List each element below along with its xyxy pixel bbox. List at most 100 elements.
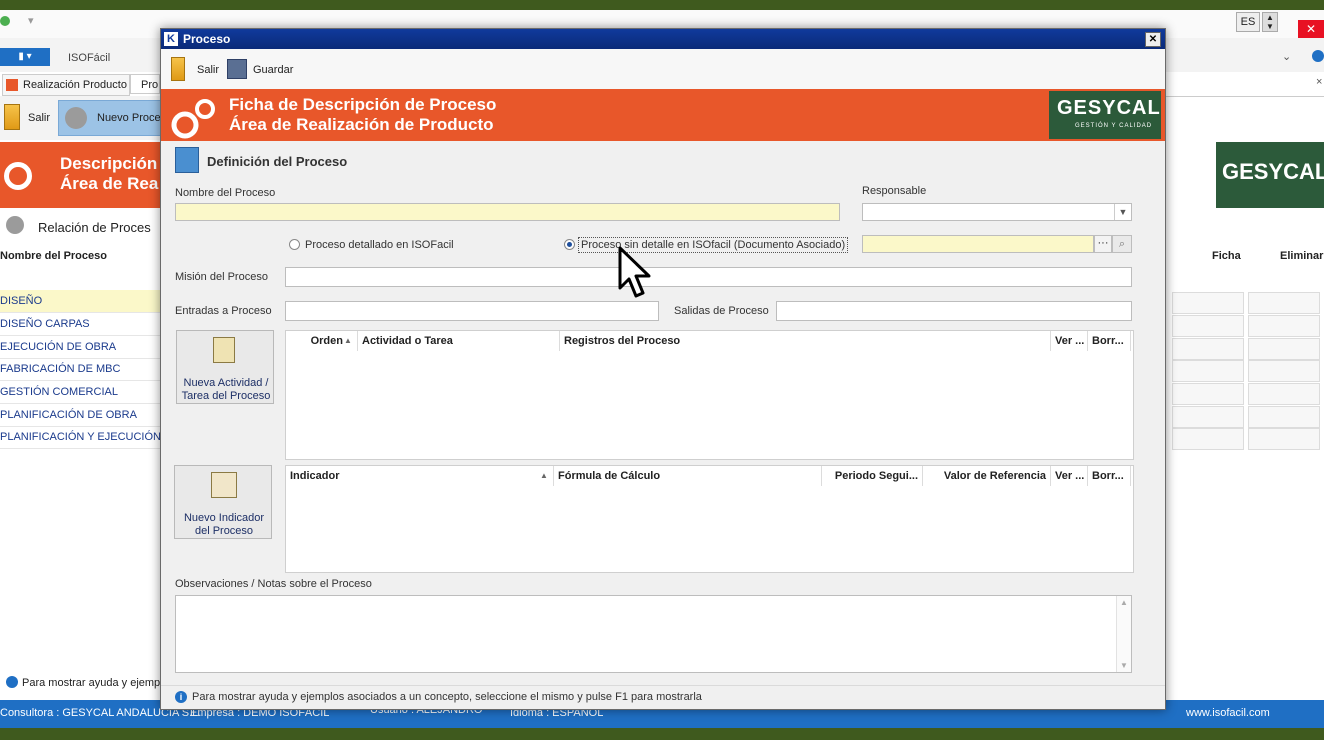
radio-empty-icon bbox=[289, 239, 300, 250]
col-valor-referencia-header[interactable]: Valor de Referencia bbox=[923, 466, 1051, 486]
language-badge[interactable]: ES bbox=[1236, 12, 1260, 32]
help-icon[interactable] bbox=[1312, 50, 1324, 62]
entradas-input[interactable] bbox=[285, 301, 659, 321]
bg-banner-line1: Descripción bbox=[60, 154, 158, 173]
sort-asc-icon: ▲ bbox=[540, 471, 548, 480]
dialog-help-text: Para mostrar ayuda y ejemplos asociados … bbox=[192, 691, 702, 703]
sort-asc-icon: ▲ bbox=[344, 336, 352, 345]
gesycal-logo: GESYCAL GESTIÓN Y CALIDAD bbox=[1049, 91, 1161, 139]
scroll-up-icon[interactable]: ▲ bbox=[1120, 598, 1128, 607]
ficha-view-icon[interactable] bbox=[1172, 338, 1244, 360]
chevron-down-icon[interactable]: ▼ bbox=[1114, 204, 1131, 220]
salidas-input[interactable] bbox=[776, 301, 1132, 321]
col-formula-header[interactable]: Fórmula de Cálculo bbox=[554, 466, 822, 486]
tab-realizacion-producto[interactable]: Realización Producto bbox=[2, 74, 130, 96]
col-indicador-header[interactable]: Indicador bbox=[286, 466, 554, 486]
actividades-grid[interactable]: Orden ▲ Actividad o Tarea Registros del … bbox=[285, 330, 1134, 460]
col-registros-header[interactable]: Registros del Proceso bbox=[560, 331, 1051, 351]
vertical-scrollbar[interactable]: ▲ ▼ bbox=[1116, 596, 1131, 672]
exit-door-icon bbox=[4, 104, 20, 130]
mision-label: Misión del Proceso bbox=[175, 271, 268, 283]
col-ficha-header[interactable]: Ficha bbox=[1212, 250, 1241, 262]
close-tab-icon[interactable]: × bbox=[1316, 76, 1322, 88]
col-ver-header[interactable]: Ver ... bbox=[1051, 331, 1088, 351]
delete-icon[interactable] bbox=[1248, 360, 1320, 382]
observaciones-textarea[interactable]: ▲ ▼ bbox=[175, 595, 1132, 673]
mision-input[interactable] bbox=[285, 267, 1132, 287]
button-label: Nuevo Indicador del Proceso bbox=[183, 512, 265, 537]
tab-label: Realización Producto bbox=[23, 79, 127, 91]
info-icon bbox=[6, 676, 18, 688]
bg-section-title: Relación de Proces bbox=[38, 220, 151, 235]
indicadores-grid[interactable]: Indicador ▲ Fórmula de Cálculo Periodo S… bbox=[285, 465, 1134, 573]
responsable-select[interactable]: ▼ bbox=[862, 203, 1132, 221]
bg-salir-button[interactable]: Salir bbox=[28, 112, 50, 124]
tab-proceso[interactable]: Pro bbox=[130, 74, 160, 94]
col-borrar-header[interactable]: Borr... bbox=[1088, 331, 1131, 351]
scroll-down-icon[interactable]: ▼ bbox=[1120, 661, 1128, 670]
list-item[interactable]: DISEÑO bbox=[0, 290, 160, 313]
delete-icon[interactable] bbox=[1248, 338, 1320, 360]
ficha-view-icon[interactable] bbox=[1172, 383, 1244, 405]
list-item[interactable]: PLANIFICACIÓN Y EJECUCIÓN DE bbox=[0, 426, 160, 449]
salidas-label: Salidas de Proceso bbox=[674, 305, 769, 317]
file-menu-button[interactable]: ▮ ▾ bbox=[0, 48, 50, 66]
exit-door-icon bbox=[171, 57, 185, 81]
mouse-pointer-icon bbox=[618, 246, 651, 298]
col-nombre-header[interactable]: Nombre del Proceso bbox=[0, 250, 107, 262]
proceso-dialog: K Proceso ✕ Salir Guardar Ficha de Descr… bbox=[160, 28, 1166, 710]
delete-icon[interactable] bbox=[1248, 406, 1320, 428]
delete-icon[interactable] bbox=[1248, 292, 1320, 314]
section-title: Definición del Proceso bbox=[207, 154, 348, 169]
col-eliminar-header[interactable]: Eliminar bbox=[1280, 250, 1323, 262]
chart-pencil-icon bbox=[211, 472, 237, 498]
close-app-button[interactable]: ✕ bbox=[1298, 20, 1324, 38]
ficha-view-icon[interactable] bbox=[1172, 292, 1244, 314]
quick-access-icon[interactable]: ▾ bbox=[28, 14, 34, 27]
bg-banner-title: Descripción Área de Rea bbox=[60, 154, 158, 194]
col-actividad-header[interactable]: Actividad o Tarea bbox=[358, 331, 560, 351]
nueva-actividad-button[interactable]: Nueva Actividad / Tarea del Proceso bbox=[176, 330, 274, 404]
nombre-input[interactable] bbox=[175, 203, 840, 221]
clipboard-add-icon bbox=[213, 337, 235, 363]
language-spinner[interactable]: ▲ ▼ bbox=[1262, 12, 1278, 32]
list-item[interactable]: PLANIFICACIÓN DE OBRA bbox=[0, 404, 160, 427]
ficha-view-icon[interactable] bbox=[1172, 428, 1244, 450]
gear-icon bbox=[6, 216, 24, 234]
search-icon[interactable]: ⌕ bbox=[1112, 235, 1132, 253]
chevron-down-icon[interactable]: ⌄ bbox=[1282, 50, 1291, 63]
list-item[interactable]: FABRICACIÓN DE MBC bbox=[0, 358, 160, 381]
dialog-titlebar: K Proceso ✕ bbox=[161, 29, 1165, 49]
browse-button[interactable]: ··· bbox=[1094, 235, 1112, 253]
nombre-label: Nombre del Proceso bbox=[175, 187, 276, 199]
bg-banner: Descripción Área de Rea bbox=[0, 142, 160, 208]
list-item[interactable]: EJECUCIÓN DE OBRA bbox=[0, 336, 160, 359]
dialog-title: Proceso bbox=[183, 32, 231, 46]
col-periodo-header[interactable]: Periodo Segui... bbox=[822, 466, 923, 486]
notepad-icon bbox=[175, 147, 199, 173]
col-borrar-header[interactable]: Borr... bbox=[1088, 466, 1131, 486]
guardar-button[interactable]: Guardar bbox=[225, 55, 305, 83]
radio-proceso-sin-detalle[interactable]: Proceso sin detalle en ISOfacil (Documen… bbox=[564, 237, 849, 253]
delete-icon[interactable] bbox=[1248, 428, 1320, 450]
ficha-view-icon[interactable] bbox=[1172, 315, 1244, 337]
app-tab-label[interactable]: ISOFácil bbox=[68, 52, 110, 64]
logo-subtext: GESTIÓN Y CALIDAD bbox=[1075, 123, 1153, 129]
radio-proceso-detallado[interactable]: Proceso detallado en ISOFacil bbox=[289, 237, 489, 253]
bg-nuevo-proceso-button[interactable]: Nuevo Proce bbox=[58, 100, 162, 136]
nuevo-indicador-button[interactable]: Nuevo Indicador del Proceso bbox=[174, 465, 272, 539]
list-item[interactable]: DISEÑO CARPAS bbox=[0, 313, 160, 336]
salir-label: Salir bbox=[197, 64, 220, 76]
delete-icon[interactable] bbox=[1248, 383, 1320, 405]
dialog-close-button[interactable]: ✕ bbox=[1145, 32, 1161, 47]
ficha-view-icon[interactable] bbox=[1172, 406, 1244, 428]
salir-button[interactable]: Salir bbox=[169, 55, 219, 83]
col-ver-header[interactable]: Ver ... bbox=[1051, 466, 1088, 486]
delete-icon[interactable] bbox=[1248, 315, 1320, 337]
ficha-view-icon[interactable] bbox=[1172, 360, 1244, 382]
list-item[interactable]: GESTIÓN COMERCIAL bbox=[0, 381, 160, 404]
status-website[interactable]: www.isofacil.com bbox=[1186, 707, 1270, 719]
bg-banner-line2: Área de Rea bbox=[60, 174, 159, 193]
radio-label: Proceso detallado en ISOFacil bbox=[305, 239, 454, 251]
documento-asociado-input[interactable] bbox=[862, 235, 1094, 253]
